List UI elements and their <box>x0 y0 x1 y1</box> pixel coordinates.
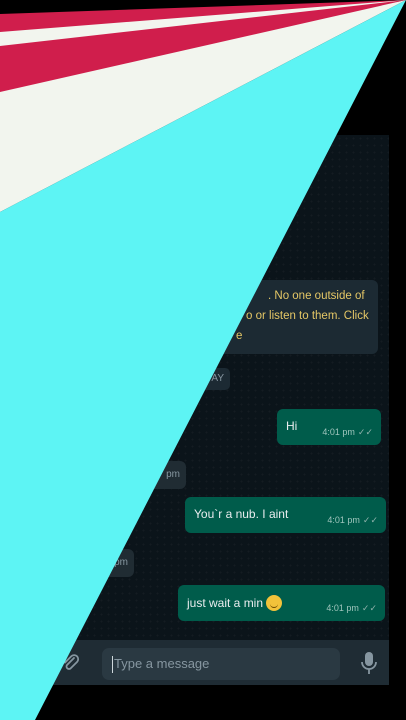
message-meta: 4:01 pm ✓✓ <box>322 427 373 438</box>
overlay-red-stripe <box>0 0 406 98</box>
outgoing-message[interactable]: Hi 4:01 pm ✓✓ <box>277 409 381 445</box>
read-ticks-icon: ✓✓ <box>361 603 377 613</box>
encryption-notice-line: e <box>236 330 243 342</box>
outgoing-message[interactable]: just wait a min 4:01 pm ✓✓ <box>178 585 385 621</box>
chat-window: . No one outside of o or listen to them.… <box>0 135 389 685</box>
smirk-emoji-icon <box>266 595 283 611</box>
message-time: 4:01 pm <box>327 515 360 525</box>
message-time: pm <box>114 557 128 568</box>
read-ticks-icon: ✓✓ <box>362 515 378 525</box>
message-text: You`r a nub. I aint <box>194 507 289 521</box>
message-input[interactable]: Type a message <box>102 648 340 680</box>
message-input-placeholder: Type a message <box>114 656 210 671</box>
outgoing-message[interactable]: You`r a nub. I aint 4:01 pm ✓✓ <box>185 497 386 533</box>
encryption-notice[interactable]: . No one outside of o or listen to them.… <box>150 280 378 354</box>
overlay-cream-stripe-top <box>0 0 406 46</box>
text-caret <box>112 656 113 673</box>
message-time: pm <box>166 469 180 480</box>
read-ticks-icon: ✓✓ <box>357 427 373 437</box>
message-time: 4:01 pm <box>322 427 355 437</box>
date-chip: AY <box>190 368 230 390</box>
incoming-message[interactable]: pm <box>90 549 134 577</box>
message-text: just wait a min <box>187 595 283 611</box>
encryption-notice-line: . No one outside of <box>268 290 365 302</box>
message-text: Hi <box>286 419 298 433</box>
message-meta: 4:01 pm ✓✓ <box>326 603 377 614</box>
encryption-notice-line: o or listen to them. Click <box>246 310 369 322</box>
message-text-content: just wait a min <box>187 596 264 610</box>
message-meta: 4:01 pm ✓✓ <box>327 515 378 526</box>
message-input-bar: Type a message <box>0 640 389 685</box>
message-time: 4:01 pm <box>326 603 359 613</box>
incoming-message[interactable]: pm <box>120 461 186 489</box>
paperclip-icon[interactable] <box>60 652 82 674</box>
microphone-icon[interactable] <box>360 650 378 676</box>
